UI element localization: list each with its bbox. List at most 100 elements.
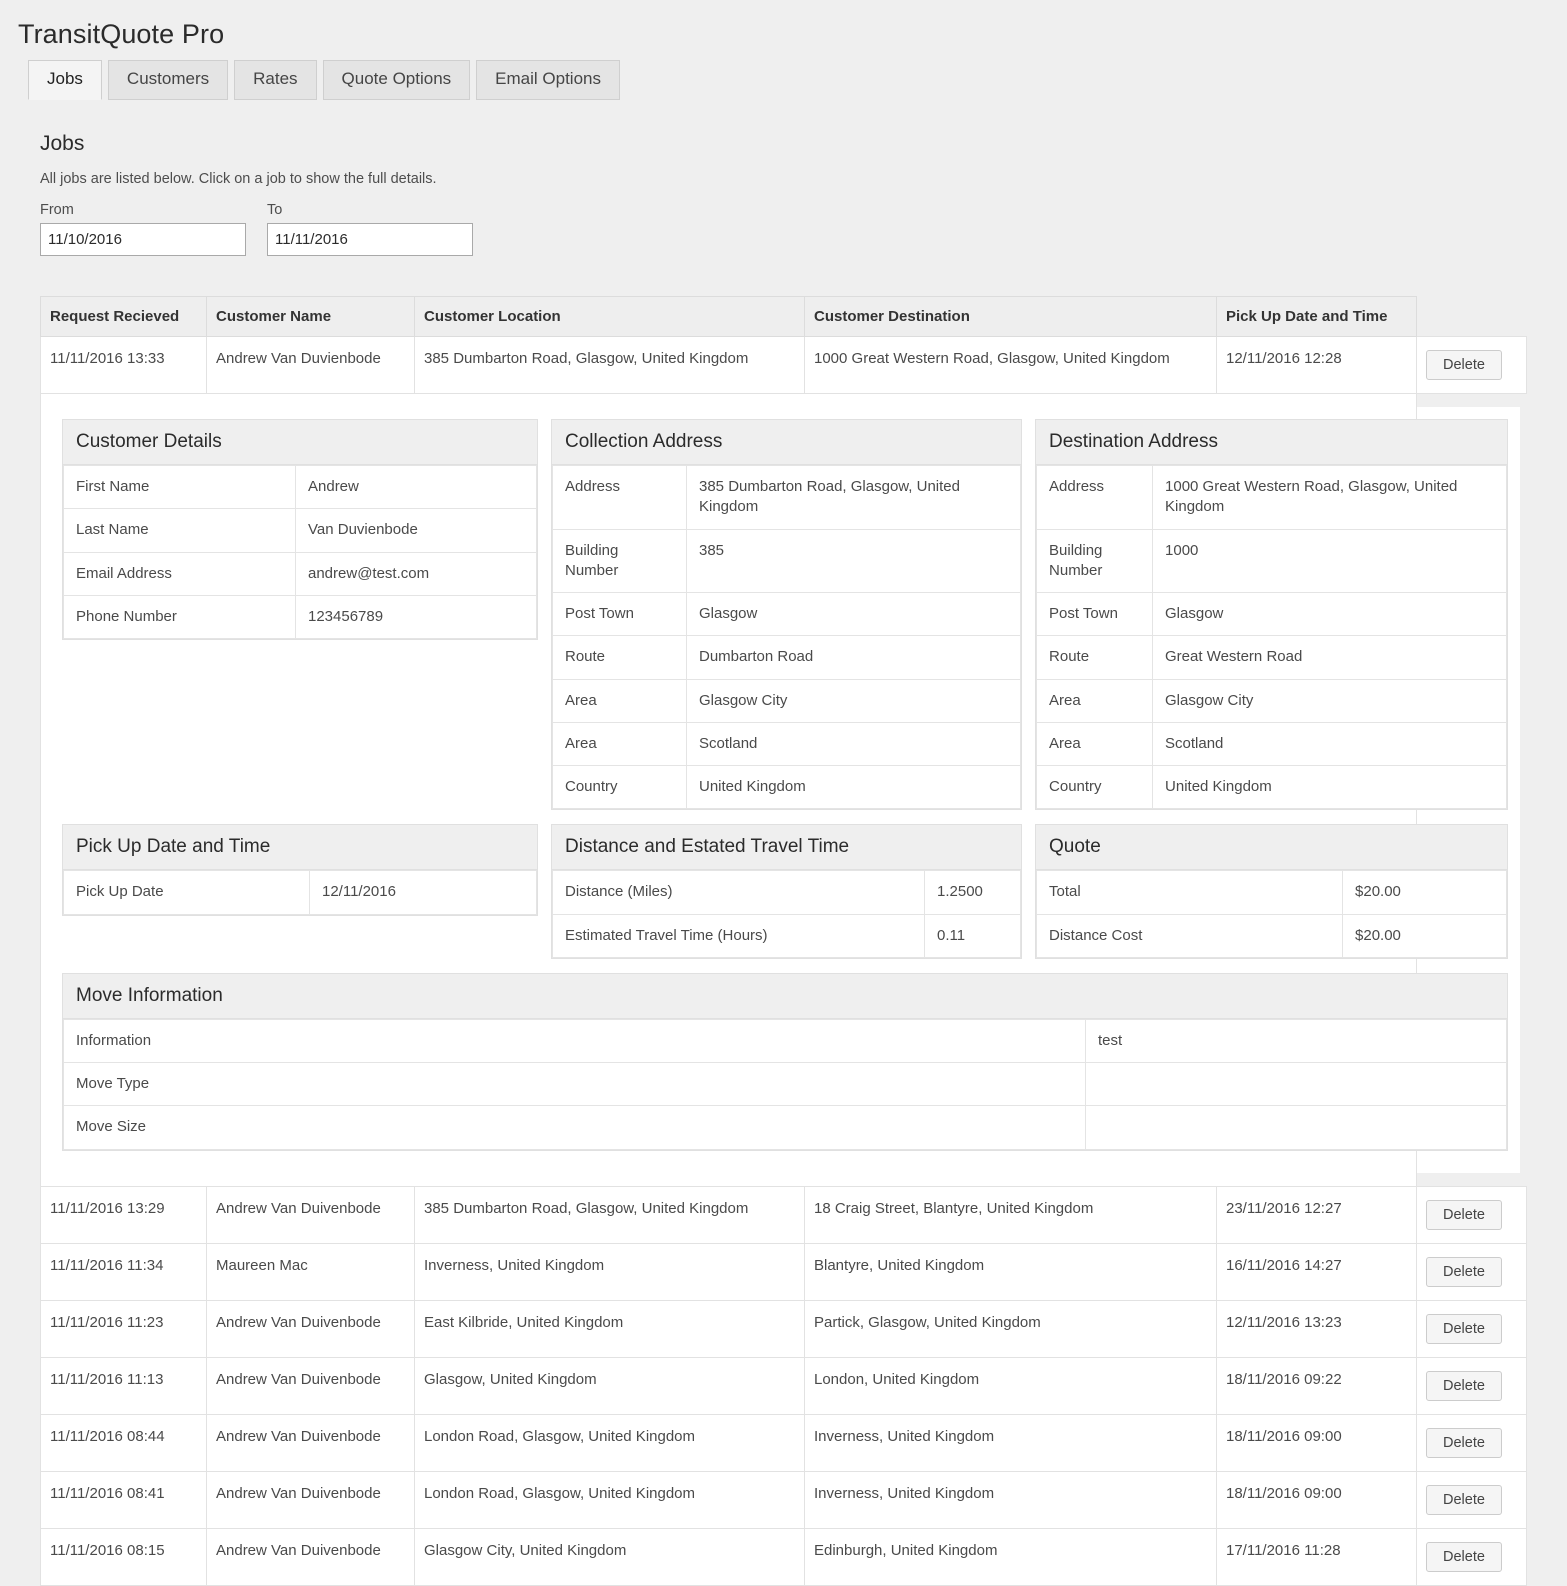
cell-name[interactable]: Andrew Van Duivenbode [206, 1470, 415, 1529]
cell-location[interactable]: Glasgow City, United Kingdom [414, 1527, 805, 1586]
cell-received[interactable]: 11/11/2016 11:23 [40, 1299, 207, 1358]
collection_address-value: Glasgow [685, 591, 1022, 637]
delete-button[interactable]: Delete [1426, 1427, 1502, 1458]
cell-location[interactable]: 385 Dumbarton Road, Glasgow, United King… [414, 1185, 805, 1244]
from-date-input[interactable] [40, 223, 246, 256]
cell-pickup[interactable]: 17/11/2016 11:28 [1216, 1527, 1417, 1586]
cell-destination[interactable]: Blantyre, United Kingdom [804, 1242, 1217, 1301]
cell-actions: Delete [1416, 1242, 1527, 1301]
cell-received[interactable]: 11/11/2016 08:15 [40, 1527, 207, 1586]
cell-location[interactable]: 385 Dumbarton Road, Glasgow, United King… [414, 336, 805, 394]
delete-button[interactable]: Delete [1426, 350, 1502, 380]
cell-pickup[interactable]: 18/11/2016 09:00 [1216, 1413, 1417, 1472]
cell-destination[interactable]: Inverness, United Kingdom [804, 1470, 1217, 1529]
collection_address-key: Area [552, 721, 687, 767]
move_information-key: Information [63, 1018, 1086, 1064]
cell-received[interactable]: 11/11/2016 11:13 [40, 1356, 207, 1415]
cell-pickup[interactable]: 18/11/2016 09:22 [1216, 1356, 1417, 1415]
destination_address-row: Post Town Glasgow [1036, 591, 1507, 637]
table-row[interactable]: 11/11/2016 11:34 Maureen Mac Inverness, Un… [40, 1242, 1527, 1301]
cell-name[interactable]: Andrew Van Duivenbode [206, 1299, 415, 1358]
destination_address-panel-title: Destination Address [1036, 420, 1507, 465]
cell-destination[interactable]: London, United Kingdom [804, 1356, 1217, 1415]
customer_details-row: Phone Number 123456789 [63, 594, 537, 640]
table-row[interactable]: 11/11/2016 13:29 Andrew Van Duivenbode 385… [40, 1185, 1527, 1244]
cell-received[interactable]: 11/11/2016 08:44 [40, 1413, 207, 1472]
cell-pickup[interactable]: 16/11/2016 14:27 [1216, 1242, 1417, 1301]
cell-name[interactable]: Maureen Mac [206, 1242, 415, 1301]
jobs-table-container: Request Recieved Customer Name Customer Lo… [0, 256, 1567, 1586]
app-root: TransitQuote Pro Jobs Customers Rates Quote… [0, 0, 1567, 1586]
to-date-group: To [267, 202, 473, 256]
table-row[interactable]: 11/11/2016 11:13 Andrew Van Duivenbode Gla… [40, 1356, 1527, 1415]
cell-actions: Delete [1416, 1413, 1527, 1472]
table-row[interactable]: 11/11/2016 08:41 Andrew Van Duivenbode Lon… [40, 1470, 1527, 1529]
customer_details-key: Phone Number [63, 594, 296, 640]
cell-destination[interactable]: 1000 Great Western Road, Glasgow, United… [804, 336, 1217, 394]
delete-button[interactable]: Delete [1426, 1199, 1502, 1230]
delete-button[interactable]: Delete [1426, 1484, 1502, 1515]
cell-destination[interactable]: Partick, Glasgow, United Kingdom [804, 1299, 1217, 1358]
tab-jobs[interactable]: Jobs [28, 60, 102, 100]
collection_address-row: Route Dumbarton Road [552, 635, 1022, 680]
cell-destination[interactable]: Edinburgh, United Kingdom [804, 1527, 1217, 1586]
destination_address-key: Address [1036, 465, 1154, 530]
table-row[interactable]: 11/11/2016 08:15 Andrew Van Duivenbode Gla… [40, 1527, 1527, 1586]
cell-received[interactable]: 11/11/2016 13:29 [40, 1185, 207, 1244]
cell-received[interactable]: 11/11/2016 11:34 [40, 1242, 207, 1301]
tab-email-options[interactable]: Email Options [476, 60, 620, 100]
tab-quote-options[interactable]: Quote Options [322, 60, 471, 100]
destination_address-row: Building Number 1000 [1036, 528, 1507, 593]
delete-button[interactable]: Delete [1426, 1313, 1502, 1344]
table-row-detail: Customer Details First Name Andrew Last Nam… [40, 393, 1527, 1187]
cell-actions: Delete [1416, 336, 1527, 394]
collection_address-table: Address 385 Dumbarton Road, Glasgow, Unit… [552, 465, 1022, 810]
cell-received[interactable]: 11/11/2016 13:33 [40, 336, 207, 394]
pickup-panel-title: Pick Up Date and Time [63, 825, 537, 871]
collection_address-value: Scotland [685, 721, 1022, 767]
table-row[interactable]: 11/11/2016 11:23 Andrew Van Duivenbode Eas… [40, 1299, 1527, 1358]
destination_address-row: Address 1000 Great Western Road, Glasgow,… [1036, 465, 1507, 530]
cell-name[interactable]: Andrew Van Duvienbode [206, 336, 415, 394]
quote-row: Distance Cost $20.00 [1036, 913, 1507, 958]
quote-value: $20.00 [1342, 870, 1507, 915]
cell-pickup[interactable]: 12/11/2016 12:28 [1216, 336, 1417, 394]
cell-name[interactable]: Andrew Van Duivenbode [206, 1356, 415, 1415]
cell-name[interactable]: Andrew Van Duivenbode [206, 1185, 415, 1244]
destination_address-row: Country United Kingdom [1036, 764, 1507, 810]
destination_address-key: Area [1036, 721, 1154, 767]
customer_details-table: First Name Andrew Last Name Van Duvienbode E… [63, 464, 537, 640]
cell-location[interactable]: Glasgow, United Kingdom [414, 1356, 805, 1415]
cell-pickup[interactable]: 12/11/2016 13:23 [1216, 1299, 1417, 1358]
pickup-key: Pick Up Date [63, 870, 310, 915]
cell-location[interactable]: London Road, Glasgow, United Kingdom [414, 1413, 805, 1472]
cell-pickup[interactable]: 23/11/2016 12:27 [1216, 1185, 1417, 1244]
cell-name[interactable]: Andrew Van Duivenbode [206, 1527, 415, 1586]
table-row[interactable]: 11/11/2016 08:44 Andrew Van Duivenbode Lon… [40, 1413, 1527, 1472]
delete-button[interactable]: Delete [1426, 1370, 1502, 1401]
cell-name[interactable]: Andrew Van Duivenbode [206, 1413, 415, 1472]
cell-destination[interactable]: Inverness, United Kingdom [804, 1413, 1217, 1472]
cell-location[interactable]: London Road, Glasgow, United Kingdom [414, 1470, 805, 1529]
cell-destination[interactable]: 18 Craig Street, Blantyre, United Kingdo… [804, 1185, 1217, 1244]
cell-received[interactable]: 11/11/2016 08:41 [40, 1470, 207, 1529]
move_information-table: Information test Move Type Move Size [63, 1018, 1507, 1150]
cell-location[interactable]: East Kilbride, United Kingdom [414, 1299, 805, 1358]
delete-button[interactable]: Delete [1426, 1541, 1502, 1572]
jobs-table-head: Request Recieved Customer Name Customer Lo… [40, 296, 1527, 337]
cell-location[interactable]: Inverness, United Kingdom [414, 1242, 805, 1301]
collection_address-row: Building Number 385 [552, 528, 1022, 593]
table-row[interactable]: 11/11/2016 13:33 Andrew Van Duvienbode 385… [40, 336, 1527, 394]
to-date-input[interactable] [267, 223, 473, 256]
tab-customers[interactable]: Customers [107, 60, 229, 100]
tab-rates[interactable]: Rates [234, 60, 317, 100]
cell-actions: Delete [1416, 1527, 1527, 1586]
delete-button[interactable]: Delete [1426, 1256, 1502, 1287]
distance-value: 0.11 [923, 913, 1022, 958]
cell-pickup[interactable]: 18/11/2016 09:00 [1216, 1470, 1417, 1529]
column-header-customer-name: Customer Name [206, 296, 415, 337]
destination_address-value: 1000 [1152, 528, 1507, 593]
destination_address-key: Post Town [1036, 591, 1154, 637]
cell-actions: Delete [1416, 1356, 1527, 1415]
move_information-row: Information test [63, 1018, 1507, 1064]
